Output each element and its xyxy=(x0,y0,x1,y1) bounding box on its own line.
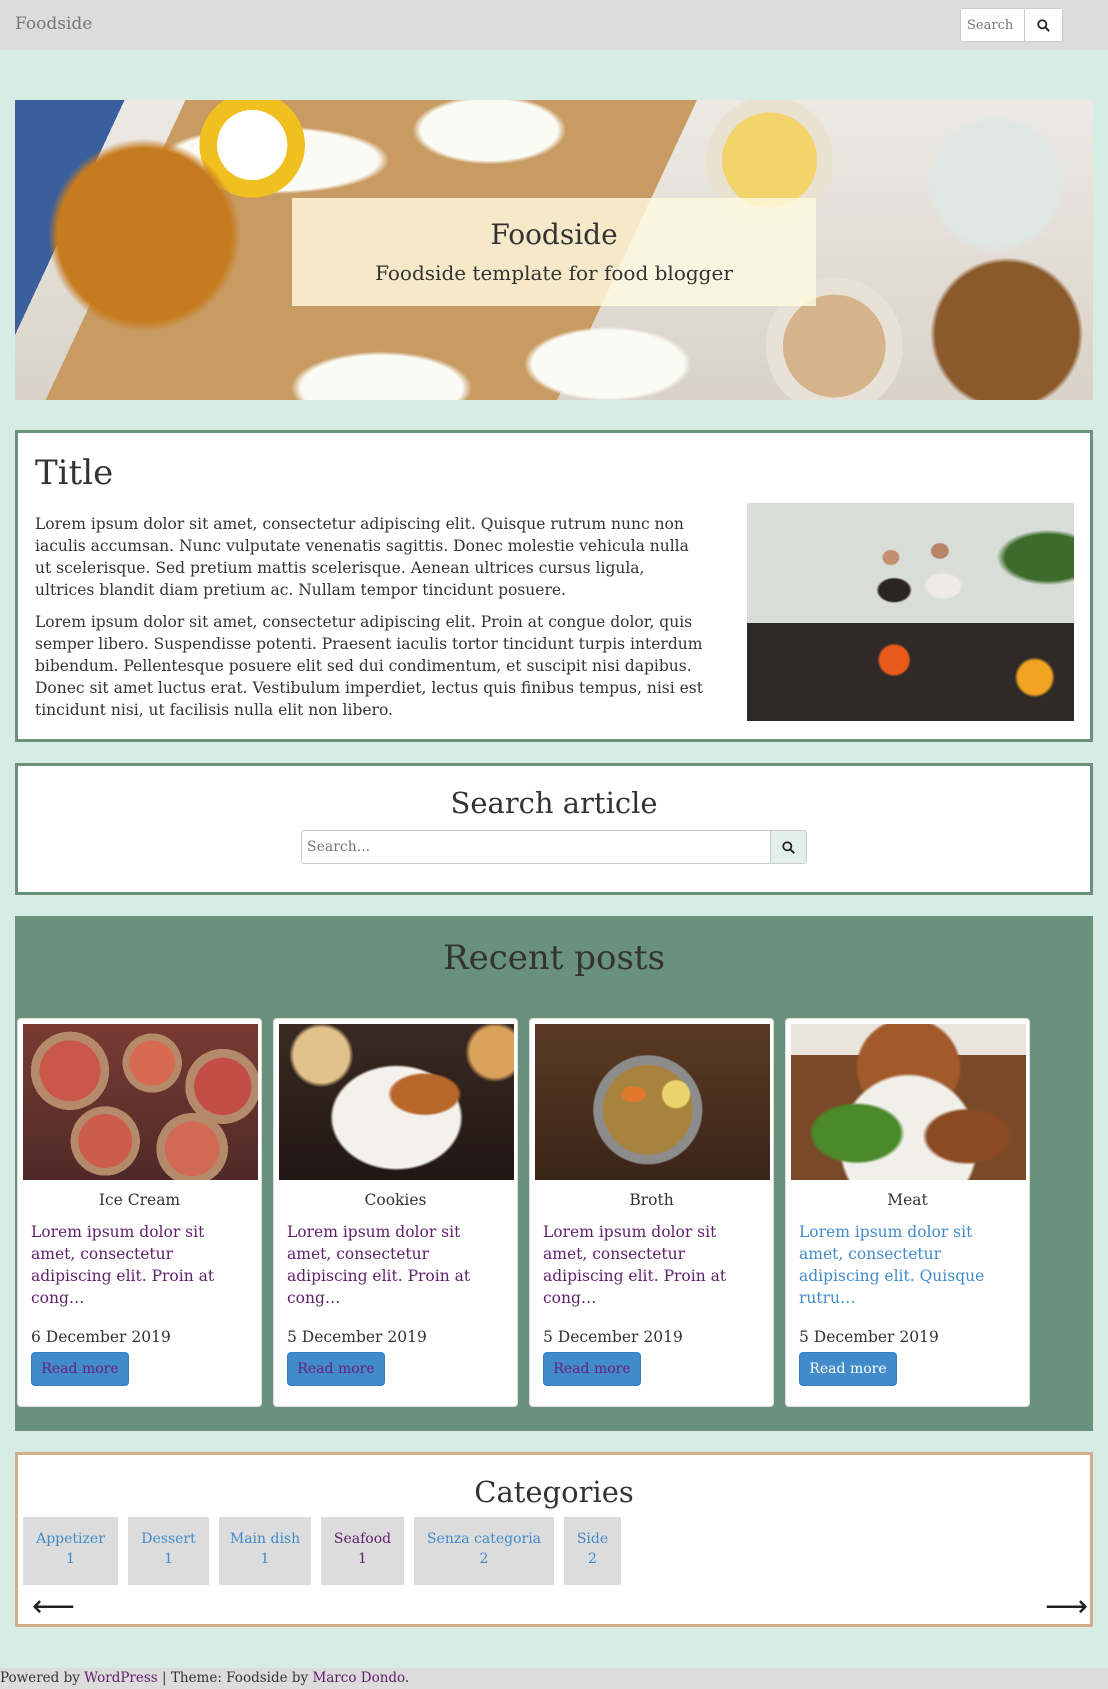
category-name: Side xyxy=(576,1531,609,1547)
category-count: 2 xyxy=(479,1551,489,1567)
search-icon xyxy=(782,840,795,854)
hero-title: Foodside xyxy=(490,218,618,251)
footer-powered-text: Powered by xyxy=(0,1670,85,1686)
post-thumbnail-broth[interactable] xyxy=(535,1024,770,1180)
category-name: Senza categoria xyxy=(426,1531,542,1547)
hero-subtitle: Foodside template for food blogger xyxy=(375,261,733,285)
read-more-button[interactable]: Read more xyxy=(799,1352,897,1386)
post-thumbnail-ice-cream[interactable] xyxy=(23,1024,258,1180)
post-title[interactable]: Ice Cream xyxy=(18,1191,261,1209)
post-thumbnail-meat[interactable] xyxy=(791,1024,1026,1180)
category-name: Seafood xyxy=(333,1531,392,1547)
post-title[interactable]: Broth xyxy=(530,1191,773,1209)
navbar-search-form xyxy=(960,8,1063,42)
arrow-left-icon[interactable]: ⟵ xyxy=(32,1592,75,1622)
about-text: Lorem ipsum dolor sit amet, consectetur … xyxy=(35,513,705,731)
about-section: Title Lorem ipsum dolor sit amet, consec… xyxy=(15,430,1093,742)
post-card: Cookies Lorem ipsum dolor sit amet, cons… xyxy=(273,1018,518,1407)
read-more-button[interactable]: Read more xyxy=(543,1352,641,1386)
hero-caption: Foodside Foodside template for food blog… xyxy=(292,198,816,306)
footer-wordpress-link[interactable]: WordPress xyxy=(84,1670,158,1686)
category-dessert[interactable]: Dessert 1 xyxy=(128,1517,209,1585)
about-paragraph: Lorem ipsum dolor sit amet, consectetur … xyxy=(35,613,703,719)
category-senza-categoria[interactable]: Senza categoria 2 xyxy=(414,1517,554,1585)
category-name: Dessert xyxy=(141,1531,196,1547)
search-article-title: Search article xyxy=(450,786,658,820)
post-date: 6 December 2019 xyxy=(31,1328,171,1346)
post-date: 5 December 2019 xyxy=(543,1328,683,1346)
category-name: Appetizer xyxy=(36,1531,105,1547)
categories-section: Categories Appetizer 1 Dessert 1 Main di… xyxy=(15,1452,1093,1627)
post-card: Meat Lorem ipsum dolor sit amet, consect… xyxy=(785,1018,1030,1407)
search-article-input[interactable] xyxy=(301,830,770,864)
post-date: 5 December 2019 xyxy=(799,1328,939,1346)
category-name: Main dish xyxy=(229,1531,301,1547)
search-article-form xyxy=(301,830,807,864)
post-excerpt[interactable]: Lorem ipsum dolor sit amet, consectetur … xyxy=(287,1221,507,1309)
category-count: 1 xyxy=(260,1551,270,1567)
search-article-section: Search article xyxy=(15,763,1093,895)
kitchen-photo xyxy=(747,503,1074,721)
navbar: Foodside xyxy=(0,0,1108,50)
read-more-button[interactable]: Read more xyxy=(31,1352,129,1386)
recent-posts-section: Recent posts Ice Cream Lorem ipsum dolor… xyxy=(15,916,1093,1431)
post-title[interactable]: Meat xyxy=(786,1191,1029,1209)
category-count: 1 xyxy=(164,1551,173,1567)
search-icon xyxy=(1037,18,1050,32)
footer-author-link[interactable]: Marco Dondo xyxy=(312,1670,404,1686)
navbar-search-input[interactable] xyxy=(961,9,1025,41)
post-excerpt[interactable]: Lorem ipsum dolor sit amet, consectetur … xyxy=(799,1221,1019,1309)
category-seafood[interactable]: Seafood 1 xyxy=(321,1517,404,1585)
categories-title: Categories xyxy=(474,1475,634,1509)
footer: Powered by WordPress | Theme: Foodside b… xyxy=(0,1668,1108,1689)
about-title: Title xyxy=(35,453,114,493)
footer-suffix: . xyxy=(404,1670,410,1686)
arrow-right-icon[interactable]: ⟶ xyxy=(1045,1592,1088,1622)
recent-posts-title: Recent posts xyxy=(442,938,666,978)
navbar-search-button[interactable] xyxy=(1025,9,1062,41)
post-thumbnail-cookies[interactable] xyxy=(279,1024,514,1180)
category-main-dish[interactable]: Main dish 1 xyxy=(219,1517,311,1585)
category-count: 2 xyxy=(588,1551,597,1567)
post-excerpt[interactable]: Lorem ipsum dolor sit amet, consectetur … xyxy=(31,1221,251,1309)
post-card: Broth Lorem ipsum dolor sit amet, consec… xyxy=(529,1018,774,1407)
read-more-button[interactable]: Read more xyxy=(287,1352,385,1386)
post-title[interactable]: Cookies xyxy=(274,1191,517,1209)
post-excerpt[interactable]: Lorem ipsum dolor sit amet, consectetur … xyxy=(543,1221,763,1309)
category-appetizer[interactable]: Appetizer 1 xyxy=(23,1517,118,1585)
category-side[interactable]: Side 2 xyxy=(564,1517,621,1585)
category-count: 1 xyxy=(66,1551,75,1567)
footer-theme-text: | Theme: Foodside by xyxy=(157,1670,313,1686)
search-article-button[interactable] xyxy=(770,830,807,864)
post-card: Ice Cream Lorem ipsum dolor sit amet, co… xyxy=(17,1018,262,1407)
about-paragraph: Lorem ipsum dolor sit amet, consectetur … xyxy=(35,515,689,599)
post-date: 5 December 2019 xyxy=(287,1328,427,1346)
hero-banner: Foodside Foodside template for food blog… xyxy=(15,100,1093,400)
brand-link[interactable]: Foodside xyxy=(15,14,92,34)
category-count: 1 xyxy=(358,1551,367,1567)
